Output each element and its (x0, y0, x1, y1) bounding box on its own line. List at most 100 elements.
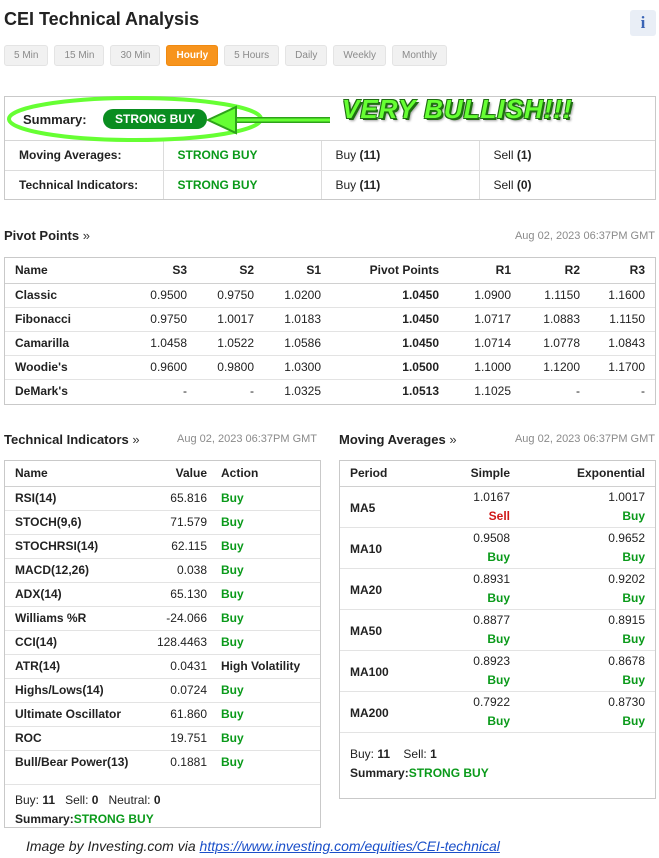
buy-count: 11 (377, 746, 391, 761)
pivot-cell: - (511, 378, 580, 403)
indicator-name: STOCH(9,6) (5, 509, 145, 534)
indicator-value: 0.038 (145, 557, 221, 582)
column-header: S3 (101, 258, 187, 284)
ma-exp-value: 0.8678 (608, 653, 645, 668)
summary-value: STRONG BUY (408, 765, 489, 780)
sell-count: 1 (430, 746, 437, 761)
column-header: Action (221, 461, 320, 487)
table-row: MA50 0.8877 0.8915 (340, 609, 655, 651)
pivot-name: Camarilla (5, 330, 101, 355)
pivot-cell: 1.0450 (321, 330, 439, 355)
column-header: R2 (511, 258, 580, 284)
table-row: Camarilla 1.0458 1.0522 1.0586 1.0450 1.… (5, 330, 655, 355)
column-header: Exponential (520, 461, 655, 487)
table-row: Bull/Bear Power(13) 0.1881 Buy (5, 749, 320, 774)
table-row: DeMark's - - 1.0325 1.0513 1.1025 - - (5, 378, 655, 403)
pivot-cell: 1.0458 (101, 330, 187, 355)
pivot-cell: 1.0325 (254, 378, 321, 403)
ma-exp-value: 0.9652 (608, 530, 645, 545)
table-row: Classic 0.9500 0.9750 1.0200 1.0450 1.09… (5, 283, 655, 307)
pivot-cell: 1.0586 (254, 330, 321, 355)
indicator-name: ATR(14) (5, 653, 145, 678)
indicator-value: 0.0431 (145, 653, 221, 678)
tab-5-min[interactable]: 5 Min (4, 45, 49, 66)
indicator-action: Buy (221, 605, 320, 630)
tab-30-min[interactable]: 30 Min (110, 45, 161, 66)
technical-counts: Buy: 11 Sell: 0 Neutral: 0 (15, 793, 310, 807)
column-header: Pivot Points (321, 258, 439, 284)
indicator-value: 0.0724 (145, 677, 221, 702)
tab-5-hours[interactable]: 5 Hours (224, 45, 280, 66)
credit-link[interactable]: https://www.investing.com/equities/CEI-t… (200, 838, 500, 854)
moving-timestamp: Aug 02, 2023 06:37PM GMT (514, 433, 655, 445)
indicator-value: -24.066 (145, 605, 221, 630)
ma-period: MA20 (340, 568, 436, 610)
ma-simple-value: 1.0167 (473, 489, 510, 504)
tab-daily[interactable]: Daily (285, 45, 328, 66)
sell-label: Sell (493, 177, 514, 192)
indicator-value: 0.1881 (145, 749, 221, 774)
indicator-name: Bull/Bear Power(13) (5, 749, 145, 774)
info-icon[interactable]: i (630, 10, 656, 36)
summary-row-signal: STRONG BUY (163, 141, 322, 170)
buy-label: Buy (335, 177, 357, 192)
table-row: MA100 0.8923 0.8678 (340, 650, 655, 692)
tab-monthly[interactable]: Monthly (392, 45, 448, 66)
column-header: R3 (580, 258, 655, 284)
ma-simple-action: Buy (436, 546, 520, 569)
summary-label: Summary: (350, 765, 409, 780)
summary-technical-indicators-row: Technical Indicators: STRONG BUY Buy (11… (5, 169, 655, 199)
ma-simple-action: Buy (436, 669, 520, 692)
summary-row-name: Technical Indicators: (5, 169, 164, 199)
indicator-value: 62.115 (145, 533, 221, 558)
column-header: S2 (187, 258, 254, 284)
ma-exp-value: 0.9202 (608, 571, 645, 586)
indicator-action: Buy (221, 581, 320, 606)
indicator-name: Highs/Lows(14) (5, 677, 145, 702)
summary-label: Summary: (23, 112, 87, 127)
table-row: Fibonacci 0.9750 1.0017 1.0183 1.0450 1.… (5, 306, 655, 331)
ma-period: MA10 (340, 527, 436, 569)
pivot-cell: 1.0714 (439, 330, 511, 355)
timeframe-tabs: 5 Min 15 Min 30 Min Hourly 5 Hours Daily… (4, 45, 448, 66)
ma-exp-action: Buy (520, 710, 655, 733)
pivot-timestamp: Aug 02, 2023 06:37PM GMT (514, 230, 655, 242)
table-header-row: Name Value Action (5, 461, 320, 487)
pivot-points-title[interactable]: Pivot Points » (4, 228, 90, 243)
moving-counts: Buy: 11 Sell: 1 (350, 747, 645, 761)
pivot-cell: 0.9750 (217, 288, 254, 302)
table-row: MACD(12,26) 0.038 Buy (5, 557, 320, 582)
indicator-action: Buy (221, 677, 320, 702)
table-header-row: Period Simple Exponential (340, 461, 655, 487)
double-chevron-icon: » (132, 432, 140, 447)
buy-label: Buy: (350, 746, 375, 761)
technical-title-text: Technical Indicators (4, 432, 129, 447)
annotation-text: VERY BULLISH!!! (342, 94, 573, 124)
indicator-action: Buy (221, 749, 320, 774)
table-row: STOCH(9,6) 71.579 Buy (5, 509, 320, 534)
tab-hourly[interactable]: Hourly (166, 45, 219, 66)
indicator-action: Buy (221, 629, 320, 654)
indicator-value: 71.579 (145, 509, 221, 534)
pivot-cell: 1.0450 (402, 288, 439, 302)
technical-footer: Buy: 11 Sell: 0 Neutral: 0 Summary:STRON… (5, 774, 320, 826)
summary-row-signal: STRONG BUY (163, 169, 322, 199)
indicator-name: ADX(14) (5, 581, 145, 606)
ma-period: MA50 (340, 609, 436, 651)
moving-averages-title[interactable]: Moving Averages » (339, 432, 457, 447)
technical-indicators-title[interactable]: Technical Indicators » (4, 432, 140, 447)
sell-count: 0 (91, 793, 99, 807)
column-header: Period (340, 461, 436, 487)
technical-indicators-table: Name Value Action RSI(14) 65.816 Buy STOCH… (4, 460, 321, 828)
sell-label: Sell: (65, 793, 89, 807)
tab-weekly[interactable]: Weekly (333, 45, 387, 66)
indicator-name: CCI(14) (5, 629, 145, 654)
page-title: CEI Technical Analysis (4, 9, 200, 29)
summary-row-name: Moving Averages: (5, 141, 164, 170)
pivot-cell: 0.9750 (101, 306, 187, 331)
sell-label: Sell: (403, 746, 427, 761)
tab-15-min[interactable]: 15 Min (54, 45, 105, 66)
ma-exp-action: Buy (520, 669, 655, 692)
table-row: MA20 0.8931 0.9202 (340, 568, 655, 610)
technical-timestamp: Aug 02, 2023 06:37PM GMT (177, 433, 318, 445)
